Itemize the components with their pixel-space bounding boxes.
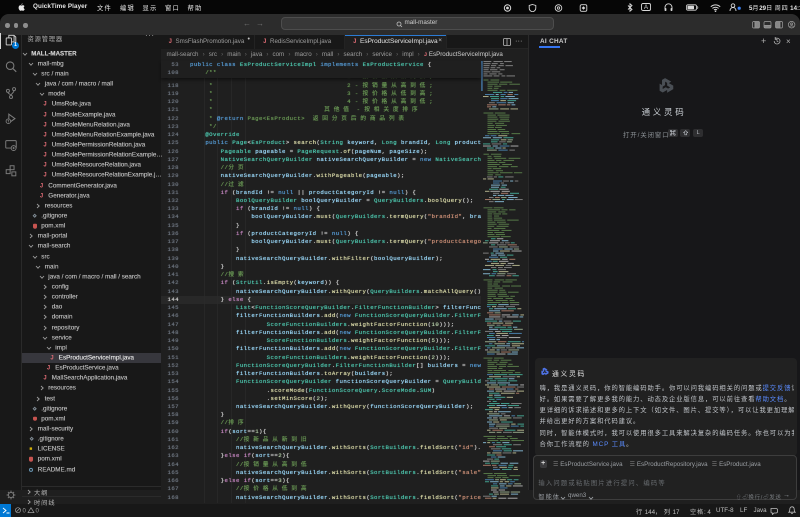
svg-text:0: 0	[36, 509, 40, 514]
svg-text:A: A	[644, 5, 648, 11]
svg-text:0: 0	[23, 509, 27, 514]
